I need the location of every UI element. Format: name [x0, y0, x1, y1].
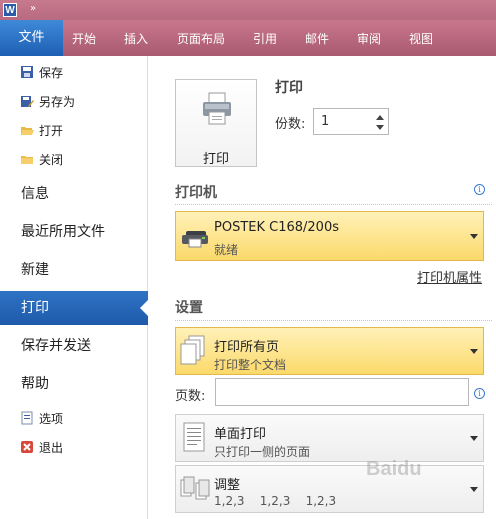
sidebar-item-save-as[interactable]: 另存为	[20, 90, 75, 114]
backstage-sidebar: 保存 另存为 打开 关闭 信息 最近所用文件 新建 打印 保存并发送 帮助 选项…	[0, 56, 149, 519]
sidebar-item-help[interactable]: 帮助	[0, 367, 148, 401]
copies-value: 1	[321, 114, 330, 129]
collate-dropdown[interactable]: 调整 1,2,3 1,2,3 1,2,3	[175, 465, 484, 513]
quick-access-more-icon[interactable]: »	[30, 2, 36, 16]
chevron-down-icon	[470, 234, 478, 239]
sides-main: 单面打印	[214, 427, 267, 442]
close-folder-icon	[20, 150, 34, 164]
tab-view[interactable]: 视图	[409, 20, 433, 56]
divider	[175, 204, 492, 205]
collate-main: 调整	[214, 478, 241, 493]
options-icon	[20, 409, 34, 425]
save-as-icon	[20, 92, 34, 107]
sidebar-item-options[interactable]: 选项	[20, 407, 63, 431]
sidebar-item-info[interactable]: 信息	[0, 177, 148, 211]
ribbon-tab-bar: 文件 开始 插入 页面布局 引用 邮件 审阅 视图	[0, 20, 496, 56]
print-heading: 打印	[275, 80, 303, 96]
pages-label: 页数:	[175, 389, 206, 404]
sidebar-item-close[interactable]: 关闭	[20, 148, 63, 172]
pages-input[interactable]	[215, 378, 469, 406]
chevron-down-icon	[470, 349, 478, 354]
info-icon[interactable]: i	[474, 184, 485, 195]
copies-label: 份数:	[275, 117, 306, 132]
tab-page-layout[interactable]: 页面布局	[177, 20, 225, 56]
save-icon	[20, 63, 34, 78]
printer-section-title: 打印机	[175, 185, 217, 201]
sidebar-item-label: 保存	[39, 66, 64, 80]
word-app-icon[interactable]: W	[3, 3, 17, 17]
sidebar-item-label: 选项	[39, 412, 64, 426]
sides-dropdown[interactable]: 单面打印 只打印一侧的页面	[175, 414, 484, 462]
collate-sub: 1,2,3 1,2,3 1,2,3	[214, 494, 337, 508]
print-pane: 打印 打印 份数: 1 打印机 i POSTEK C168/200s 就绪 打印…	[149, 56, 496, 519]
sidebar-item-recent[interactable]: 最近所用文件	[0, 215, 148, 249]
sidebar-item-save[interactable]: 保存	[20, 61, 63, 85]
tab-insert[interactable]: 插入	[124, 20, 148, 56]
collate-icon	[180, 476, 214, 505]
chevron-down-icon	[470, 487, 478, 492]
tab-home[interactable]: 开始	[72, 20, 96, 56]
printer-icon	[201, 92, 233, 129]
printer-dropdown[interactable]: POSTEK C168/200s 就绪	[175, 211, 484, 261]
printer-name: POSTEK C168/200s	[214, 220, 339, 235]
print-range-dropdown[interactable]: 打印所有页 打印整个文档	[175, 327, 484, 375]
print-button[interactable]: 打印	[175, 79, 257, 167]
sides-sub: 只打印一侧的页面	[214, 445, 311, 459]
sidebar-item-label: 关闭	[39, 153, 64, 167]
printer-status: 就绪	[214, 243, 239, 257]
sidebar-item-open[interactable]: 打开	[20, 119, 63, 143]
settings-section-title: 设置	[175, 300, 203, 316]
tab-review[interactable]: 审阅	[357, 20, 381, 56]
sidebar-item-label: 另存为	[39, 95, 76, 109]
sidebar-item-exit[interactable]: 退出	[20, 436, 63, 460]
sidebar-item-print[interactable]: 打印	[0, 291, 149, 325]
printer-device-icon	[180, 221, 210, 254]
copies-stepper[interactable]: 1	[313, 108, 389, 135]
tab-file[interactable]: 文件	[0, 20, 63, 56]
sidebar-item-label: 退出	[39, 441, 64, 455]
chevron-down-icon	[470, 436, 478, 441]
title-bar: W »	[0, 0, 496, 20]
sidebar-item-label: 打开	[39, 124, 64, 138]
print-button-label: 打印	[202, 152, 229, 167]
print-range-main: 打印所有页	[214, 340, 280, 355]
watermark: Baidu	[366, 458, 422, 480]
spin-down-icon[interactable]	[376, 125, 384, 130]
sidebar-item-save-send[interactable]: 保存并发送	[0, 329, 148, 363]
single-sided-icon	[180, 421, 208, 456]
open-folder-icon	[20, 121, 34, 135]
exit-icon	[20, 438, 34, 453]
info-icon[interactable]: i	[474, 388, 485, 399]
sidebar-item-new[interactable]: 新建	[0, 253, 148, 287]
pages-stack-icon	[180, 334, 208, 369]
print-range-sub: 打印整个文档	[214, 358, 287, 372]
printer-properties-link[interactable]: 打印机属性	[417, 267, 482, 286]
spin-up-icon[interactable]	[376, 115, 384, 120]
divider	[175, 320, 492, 321]
tab-mailings[interactable]: 邮件	[305, 20, 329, 56]
tab-references[interactable]: 引用	[253, 20, 277, 56]
